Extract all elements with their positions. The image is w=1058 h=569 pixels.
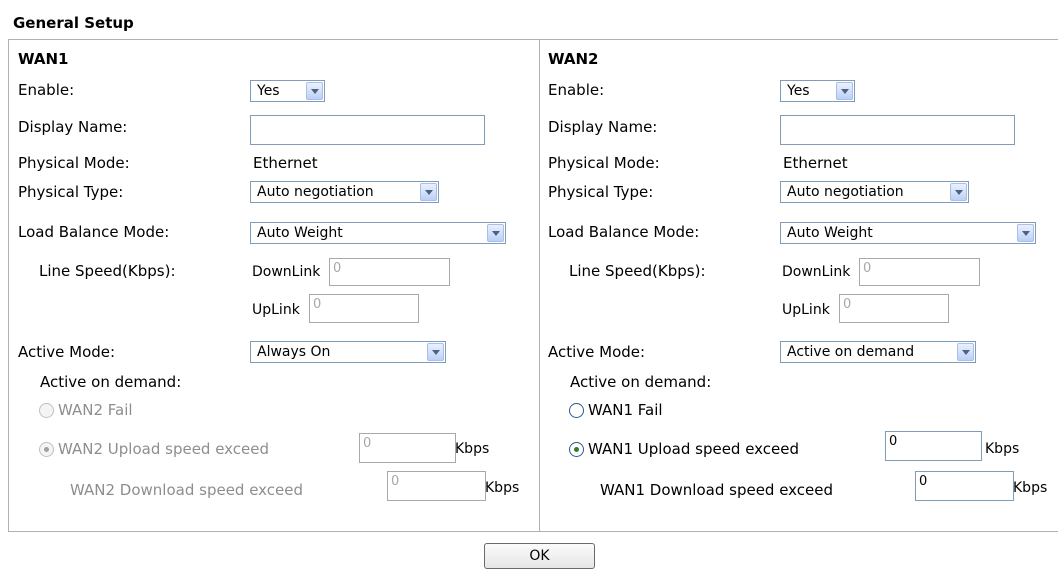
wan1-title: WAN1 — [18, 50, 69, 68]
wan2-active-on-demand-label: Active on demand: — [570, 373, 712, 391]
radio-dot-icon — [574, 447, 579, 452]
wan2-enable-select[interactable]: Yes — [780, 80, 855, 102]
wan2-enable-label: Enable: — [548, 81, 605, 99]
wan1-download-label: WAN2 Download speed exceed — [70, 481, 304, 499]
radio-dot-icon — [44, 447, 49, 452]
wan1-fail-radio[interactable] — [39, 403, 54, 418]
wan1-upload-kbps: Kbps — [455, 441, 490, 457]
wan1-physical-mode-label: Physical Mode: — [18, 154, 130, 172]
wan1-download-input[interactable]: 0 — [387, 471, 486, 501]
wan2-enable-value: Yes — [787, 83, 810, 99]
wan2-uplink-input[interactable]: 0 — [839, 294, 949, 323]
wan2-download-input[interactable]: 0 — [915, 471, 1014, 501]
wan2-upload-label: WAN1 Upload speed exceed — [588, 440, 800, 458]
wan1-enable-label: Enable: — [18, 81, 75, 99]
wan2-display-name-label: Display Name: — [548, 118, 658, 136]
wan1-uplink-input[interactable]: 0 — [309, 294, 419, 323]
wan2-uplink-label: UpLink — [782, 302, 830, 318]
wan2-fail-radio[interactable] — [569, 403, 584, 418]
wan2-panel: WAN2 Enable: Yes Display Name: Physical … — [539, 39, 1058, 532]
wan1-upload-label: WAN2 Upload speed exceed — [58, 440, 270, 458]
ok-button[interactable]: OK — [484, 543, 595, 569]
chevron-down-icon — [836, 82, 853, 100]
wan1-uplink-label: UpLink — [252, 302, 300, 318]
wan2-downlink-label: DownLink — [782, 264, 851, 280]
chevron-down-icon — [950, 183, 967, 201]
wan1-fail-label: WAN2 Fail — [58, 401, 133, 419]
wan1-enable-value: Yes — [257, 83, 280, 99]
wan1-load-balance-select[interactable]: Auto Weight — [250, 222, 506, 244]
chevron-down-icon — [420, 183, 437, 201]
chevron-down-icon — [306, 82, 323, 100]
wan1-upload-input[interactable]: 0 — [359, 433, 456, 463]
wan2-upload-radio[interactable] — [569, 442, 584, 457]
wan1-downlink-input[interactable]: 0 — [329, 258, 450, 286]
wan2-load-balance-value: Auto Weight — [787, 225, 873, 241]
page-title: General Setup — [13, 14, 134, 32]
wan2-downlink-input[interactable]: 0 — [859, 258, 980, 286]
wan1-active-mode-value: Always On — [257, 344, 331, 360]
wan1-panel: WAN1 Enable: Yes Display Name: Physical … — [9, 39, 539, 532]
wan1-physical-type-select[interactable]: Auto negotiation — [250, 181, 439, 203]
wan1-enable-select[interactable]: Yes — [250, 80, 325, 102]
wan1-load-balance-value: Auto Weight — [257, 225, 343, 241]
wan2-title: WAN2 — [548, 50, 599, 68]
wan2-load-balance-label: Load Balance Mode: — [548, 223, 700, 241]
wan1-display-name-label: Display Name: — [18, 118, 128, 136]
wan1-download-kbps: Kbps — [485, 480, 520, 496]
wan2-load-balance-select[interactable]: Auto Weight — [780, 222, 1036, 244]
wan1-line-speed-label: Line Speed(Kbps): — [39, 262, 176, 280]
chevron-down-icon — [487, 224, 504, 242]
wan2-active-mode-select[interactable]: Active on demand — [780, 341, 976, 363]
wan1-downlink-label: DownLink — [252, 264, 321, 280]
wan1-load-balance-label: Load Balance Mode: — [18, 223, 170, 241]
chevron-down-icon — [957, 343, 974, 361]
wan1-active-mode-label: Active Mode: — [18, 343, 116, 361]
wan1-physical-type-value: Auto negotiation — [257, 184, 374, 200]
wan2-upload-kbps: Kbps — [985, 441, 1020, 457]
wan1-display-name-input[interactable] — [250, 115, 485, 145]
wan2-physical-mode-label: Physical Mode: — [548, 154, 660, 172]
wan2-download-kbps: Kbps — [1013, 480, 1048, 496]
wan2-download-label: WAN1 Download speed exceed — [600, 481, 834, 499]
chevron-down-icon — [1017, 224, 1034, 242]
wan1-physical-type-label: Physical Type: — [18, 183, 124, 201]
wan2-active-mode-value: Active on demand — [787, 344, 915, 360]
wan2-physical-mode-value: Ethernet — [783, 154, 848, 172]
wan1-upload-radio[interactable] — [39, 442, 54, 457]
wan2-physical-type-value: Auto negotiation — [787, 184, 904, 200]
wan2-fail-label: WAN1 Fail — [588, 401, 663, 419]
wan1-physical-mode-value: Ethernet — [253, 154, 318, 172]
chevron-down-icon — [427, 343, 444, 361]
wan2-upload-input[interactable]: 0 — [885, 431, 982, 461]
wan1-active-mode-select[interactable]: Always On — [250, 341, 446, 363]
wan2-physical-type-select[interactable]: Auto negotiation — [780, 181, 969, 203]
wan2-active-mode-label: Active Mode: — [548, 343, 646, 361]
wan2-line-speed-label: Line Speed(Kbps): — [569, 262, 706, 280]
wan2-physical-type-label: Physical Type: — [548, 183, 654, 201]
wan2-display-name-input[interactable] — [780, 115, 1015, 145]
wan1-active-on-demand-label: Active on demand: — [40, 373, 182, 391]
